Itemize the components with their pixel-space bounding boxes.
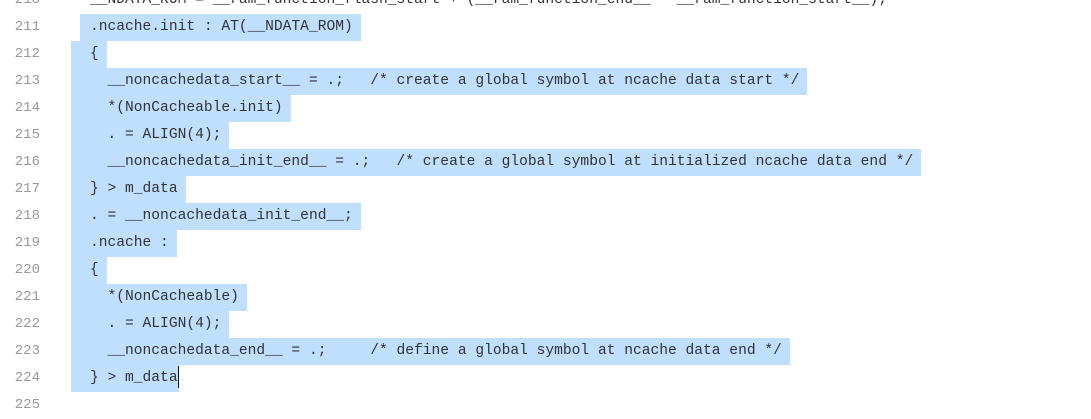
code-text-content: . = ALIGN(4); [90, 127, 222, 143]
line-number: 211 [14, 19, 40, 35]
selected-code-text[interactable]: .ncache.init : AT(__NDATA_ROM) [80, 14, 361, 41]
line-number: 216 [14, 154, 40, 170]
code-line[interactable]: 216 __noncachedata_init_end__ = .; /* cr… [0, 149, 1091, 176]
code-text-content: } > m_data [90, 181, 178, 197]
code-line[interactable]: 215 . = ALIGN(4); [0, 122, 1091, 149]
line-number: 218 [14, 208, 40, 224]
selected-code-text[interactable]: { [71, 41, 107, 68]
line-number: 217 [14, 181, 40, 197]
selected-code-text[interactable]: } > m_data [71, 176, 186, 203]
code-text-content: { [90, 262, 99, 278]
line-number: 214 [14, 100, 40, 116]
selected-code-text[interactable]: __noncachedata_init_end__ = .; /* create… [71, 149, 922, 176]
selected-code-text[interactable]: *(NonCacheable) [71, 284, 247, 311]
code-text-content: .ncache : [90, 235, 169, 251]
code-line[interactable]: 217 } > m_data [0, 176, 1091, 203]
text-cursor [177, 366, 180, 389]
code-text[interactable]: __NDATA_ROM = __ram_function_flash_start… [71, 0, 895, 14]
selected-code-text[interactable]: . = __noncachedata_init_end__; [71, 203, 361, 230]
code-text-content: .ncache.init : AT(__NDATA_ROM) [90, 19, 353, 35]
code-line[interactable]: 214 *(NonCacheable.init) [0, 95, 1091, 122]
code-line[interactable]: 223 __noncachedata_end__ = .; /* define … [0, 338, 1091, 365]
code-line[interactable]: 210 __NDATA_ROM = __ram_function_flash_st… [0, 0, 1091, 14]
line-number: 222 [14, 316, 40, 332]
code-text-content: __NDATA_ROM = __ram_function_flash_start… [90, 0, 887, 8]
line-number: 225 [14, 397, 40, 413]
line-number: 212 [14, 46, 40, 62]
selected-code-text[interactable]: { [71, 257, 107, 284]
code-line[interactable]: 222 . = ALIGN(4); [0, 311, 1091, 338]
line-number: 221 [14, 289, 40, 305]
selected-code-text[interactable]: . = ALIGN(4); [71, 311, 230, 338]
code-line[interactable]: 220 { [0, 257, 1091, 284]
code-line[interactable]: 212 { [0, 41, 1091, 68]
code-line[interactable]: 219 .ncache : [0, 230, 1091, 257]
code-text-content: __noncachedata_init_end__ = .; /* create… [90, 154, 914, 170]
code-text-content: __noncachedata_end__ = .; /* define a gl… [90, 343, 782, 359]
selected-code-text[interactable]: } > m_data [71, 365, 180, 392]
line-number: 210 [14, 0, 40, 8]
code-line[interactable]: 225 [0, 392, 1091, 419]
selected-code-text[interactable]: .ncache : [71, 230, 177, 257]
code-text-content: } > m_data [90, 370, 178, 386]
code-text-content: *(NonCacheable) [90, 289, 239, 305]
code-text-content: . = __noncachedata_init_end__; [90, 208, 353, 224]
code-line[interactable]: 213 __noncachedata_start__ = .; /* creat… [0, 68, 1091, 95]
code-text-content: { [90, 46, 99, 62]
code-line[interactable]: 221 *(NonCacheable) [0, 284, 1091, 311]
code-editor[interactable]: 210 __NDATA_ROM = __ram_function_flash_st… [0, 0, 1091, 419]
line-number: 215 [14, 127, 40, 143]
selected-code-text[interactable]: . = ALIGN(4); [71, 122, 230, 149]
selected-code-text[interactable]: *(NonCacheable.init) [71, 95, 291, 122]
line-number: 213 [14, 73, 40, 89]
selected-code-text[interactable]: __noncachedata_start__ = .; /* create a … [71, 68, 808, 95]
code-line[interactable]: 211 .ncache.init : AT(__NDATA_ROM) [0, 14, 1091, 41]
code-text-content: *(NonCacheable.init) [90, 100, 283, 116]
line-number: 223 [14, 343, 40, 359]
line-number: 224 [14, 370, 40, 386]
code-text-content: . = ALIGN(4); [90, 316, 222, 332]
line-number: 220 [14, 262, 40, 278]
line-number: 219 [14, 235, 40, 251]
code-line[interactable]: 218 . = __noncachedata_init_end__; [0, 203, 1091, 230]
code-text-content: __noncachedata_start__ = .; /* create a … [90, 73, 800, 89]
selected-code-text[interactable]: __noncachedata_end__ = .; /* define a gl… [71, 338, 790, 365]
code-line[interactable]: 224 } > m_data [0, 365, 1091, 392]
